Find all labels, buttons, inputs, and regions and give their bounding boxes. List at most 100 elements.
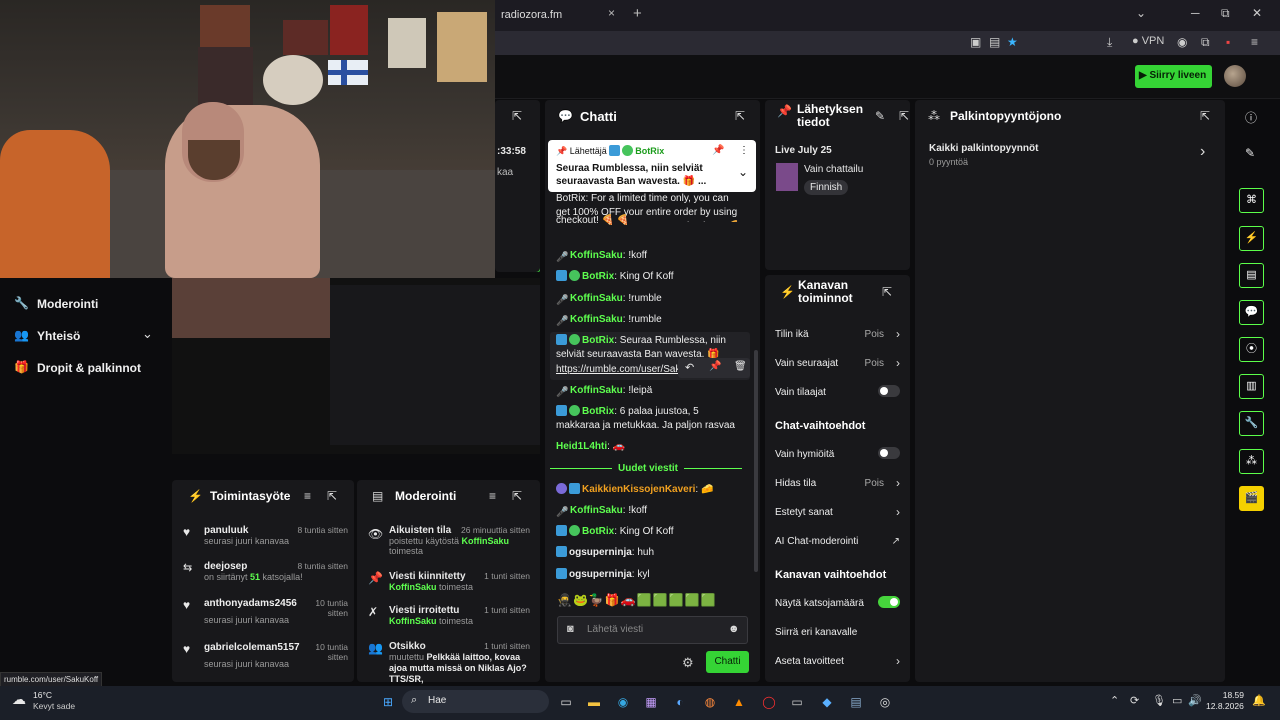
firefox-icon[interactable]: ◍ [701,693,719,711]
obs-icon[interactable]: ◎ [876,693,894,711]
broadcast-icon[interactable]: ⦿ [1239,337,1264,362]
menu-item-moderation[interactable]: Moderointi [37,297,98,311]
subscribers-only-toggle[interactable] [878,385,900,397]
extension-badge-icon[interactable]: ▪ [1226,35,1230,49]
chat-username[interactable]: KoffinSaku [570,250,623,261]
emote[interactable]: 🟩 [637,593,653,607]
expand-icon[interactable]: ⇱ [735,109,745,123]
chat-scrollbar[interactable] [754,350,758,572]
trash-icon[interactable]: 🗑 [734,361,747,372]
store-icon[interactable]: ▦ [642,693,660,711]
app-icon[interactable]: ▤ [847,693,865,711]
setting-followers-only[interactable]: Vain seuraajat Pois › [775,356,900,370]
chat-username[interactable]: KoffinSaku [570,505,623,516]
rewards-icon[interactable]: ⁂ [1239,449,1264,474]
setting-ai-moderation[interactable]: AI Chat-moderointi ↗ [775,536,900,547]
emoji-icon[interactable]: ☻ [728,623,740,635]
notification-icon[interactable]: 🔔 [1252,694,1266,707]
chat-username[interactable]: BotRix [582,335,614,346]
emote[interactable]: 🥷 [557,593,573,607]
pin-icon[interactable]: 📌 [709,361,721,372]
task-view-icon[interactable]: ▭ [557,693,575,711]
menu-item-community[interactable]: Yhteisö [37,329,80,343]
vpn-button[interactable]: ● VPN [1132,35,1164,47]
terminal-icon[interactable]: ▭ [788,693,806,711]
extensions-icon[interactable]: ⧉ [1201,35,1210,50]
emote[interactable]: 🎁 [605,593,621,607]
send-chat-button[interactable]: Chatti [706,651,749,673]
close-window-button[interactable]: ✕ [1252,6,1262,20]
download-icon[interactable]: ⤓ [1107,35,1112,50]
lightning-icon[interactable]: ⚡ [1239,226,1264,251]
filter-icon[interactable]: ≡ [304,489,311,503]
expand-icon[interactable]: ⇱ [327,489,337,503]
mod-user[interactable]: KoffinSaku [462,536,510,546]
setting-slow-mode[interactable]: Hidas tila Pois › [775,476,900,490]
new-tab-button[interactable]: + [633,5,642,22]
opera-icon[interactable]: ◯ [760,693,778,711]
emote[interactable]: 🐸 [573,593,589,607]
chat-username[interactable]: BotRix [582,406,614,417]
emote-bar[interactable]: 🥷🐸🦆🎁🚗🟩🟩🟩🟩🟩 [557,593,747,609]
vlc-icon[interactable]: ▲ [730,693,748,711]
bookmark-star-icon[interactable]: ★ [1007,35,1018,49]
chat-username[interactable]: Heid1L4hti [556,441,607,452]
info-icon[interactable]: ⓘ [1245,109,1257,126]
emote[interactable]: 🟩 [669,593,685,607]
weather-icon[interactable]: ☁ [12,691,26,708]
account-icon[interactable]: ◉ [1177,35,1187,49]
screenshot-icon[interactable]: ▣ [970,35,981,49]
emotes-only-toggle[interactable] [878,447,900,459]
editor-icon[interactable]: ◆ [818,693,836,711]
tray-expand-icon[interactable]: ⌃ [1110,694,1119,707]
chat-username[interactable]: KaikkienKissojenKaveri [582,484,695,495]
stream-preview-toggle-icon[interactable]: ⌘ [1239,188,1264,213]
chat-input[interactable] [557,616,748,644]
setting-goals[interactable]: Aseta tavoitteet › [775,654,900,668]
category-name[interactable]: Vain chattailu [804,164,863,175]
setting-account-age[interactable]: Tilin ikä Pois › [775,327,900,341]
setting-blocked-words[interactable]: Estetyt sanat › [775,505,900,519]
filter-icon[interactable]: ≡ [489,489,496,503]
edit-icon[interactable]: ✎ [875,109,885,123]
tab-list-icon[interactable]: ⌄ [1136,6,1146,20]
edge-icon[interactable]: ◉ [614,693,632,711]
emote[interactable]: 🟩 [685,593,701,607]
gear-icon[interactable]: ⚙ [682,655,694,671]
user-badge-icon[interactable]: ◙ [567,623,574,635]
chat-username[interactable]: ogsuperninja [569,547,632,558]
expand-icon[interactable]: ⇱ [512,109,522,123]
clock-time[interactable]: 18.59 [1210,690,1244,700]
chat-username[interactable]: BotRix [582,526,614,537]
steam-icon[interactable]: ◐ [671,693,689,711]
chevron-right-icon[interactable]: › [1200,143,1205,161]
emote[interactable]: 🚗 [621,593,637,607]
chevron-down-icon[interactable]: ⌄ [738,165,748,179]
menu-icon[interactable]: ≡ [1251,35,1258,49]
microphone-icon[interactable]: 🎙 [1152,694,1166,707]
emote[interactable]: 🟩 [653,593,669,607]
chat-username[interactable]: BotRix [582,271,614,282]
menu-item-drops[interactable]: Dropit & palkinnot [37,361,141,375]
chat-username[interactable]: KoffinSaku [570,385,623,396]
mod-user[interactable]: KoffinSaku [389,582,437,592]
maximize-button[interactable]: ⧉ [1221,6,1230,21]
minimize-button[interactable]: ─ [1191,6,1200,20]
document-icon[interactable]: ▤ [1239,263,1264,288]
go-live-button[interactable]: ▶ Siirry liveen [1135,65,1212,88]
chevron-down-icon[interactable]: ⌄ [142,326,153,342]
pin-toggle-icon[interactable]: 📌 [712,145,724,156]
setting-raid[interactable]: Siirrä eri kanavalle [775,627,900,638]
edit-icon[interactable]: ✎ [1245,146,1255,160]
expand-icon[interactable]: ⇱ [512,489,522,503]
chat-username[interactable]: KoffinSaku [570,293,623,304]
emote[interactable]: 🟩 [701,593,717,607]
reply-icon[interactable]: ↶ [685,361,694,374]
chat-link[interactable]: https://rumble.com/user/SakuKoff [556,363,678,377]
windows-start-icon[interactable]: ⊞ [379,693,397,711]
clapper-icon[interactable]: 🎬 [1239,486,1264,511]
tab-close-icon[interactable]: × [608,6,615,20]
clock-date[interactable]: 12.8.2026 [1206,701,1244,711]
taskbar-search[interactable] [402,690,549,713]
chat-icon[interactable]: 💬 [1239,300,1264,325]
